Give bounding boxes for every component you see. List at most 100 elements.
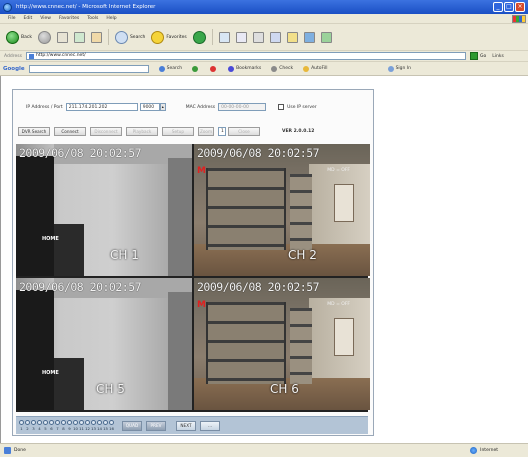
scene-shelf (290, 308, 312, 384)
menu-bar: File Edit View Favorites Tools Help (0, 14, 528, 24)
channel-radio-14[interactable] (97, 420, 102, 425)
edit-button[interactable] (269, 31, 281, 43)
setup-button[interactable]: Setup (162, 126, 194, 136)
dvr-search-button[interactable]: DVR Search (18, 126, 50, 136)
maximize-button[interactable]: □ (504, 2, 514, 12)
bookmarks-icon (228, 65, 235, 72)
google-news[interactable] (210, 65, 218, 72)
channel-radio-15[interactable] (103, 420, 108, 425)
messenger-button[interactable] (303, 31, 315, 43)
research-icon (320, 31, 332, 43)
print-button[interactable] (252, 31, 264, 43)
stop-button[interactable] (56, 31, 68, 43)
camera-channel-label: CH 1 (110, 248, 139, 262)
google-toolbar: Google Search Bookmarks Check AutoFill S… (0, 62, 528, 76)
window-controls: _ □ × (493, 2, 525, 12)
camera-view-ch5[interactable]: 2009/06/08 20:02:57 HOME CH 5 (16, 278, 192, 410)
google-search-input[interactable] (28, 64, 149, 73)
google-bookmarks[interactable]: Bookmarks (228, 65, 261, 72)
channel-radio-7[interactable] (55, 420, 60, 425)
prev-button[interactable]: PREV (146, 420, 166, 431)
dvr-close-button[interactable]: Close (228, 126, 260, 136)
channel-number-label: 13 (91, 426, 96, 431)
playback-button[interactable]: Playback (126, 126, 158, 136)
close-button[interactable]: × (515, 2, 525, 12)
browser-toolbar: Back Search Favorites (0, 24, 528, 51)
mac-value: 00-00-00-00 (221, 104, 249, 110)
home-button[interactable] (90, 31, 102, 43)
channel-radio-12[interactable] (85, 420, 90, 425)
mac-label: MAC Address (185, 104, 216, 110)
google-check[interactable]: Check (271, 65, 293, 72)
history-icon (218, 31, 230, 43)
use-ip-server-label: Use IP server (287, 104, 317, 110)
favorites-button[interactable]: Favorites (151, 30, 187, 44)
channel-radio-1[interactable] (19, 420, 24, 425)
channel-number-row: 1 2 3 4 5 6 7 8 9 10 11 12 13 14 15 16 (19, 426, 114, 431)
mac-address-input[interactable]: 00-00-00-00 (218, 103, 267, 111)
channel-control-bar: 1 2 3 4 5 6 7 8 9 10 11 12 13 14 15 16 QUAD PREV NEXT .… (16, 416, 368, 434)
research-button[interactable] (320, 31, 332, 43)
more-button[interactable]: ... (200, 420, 220, 431)
spellcheck-icon (271, 65, 278, 72)
port-input[interactable]: 9000 (139, 103, 160, 111)
menu-tools[interactable]: Tools (87, 16, 98, 21)
connect-button[interactable]: Connect (54, 126, 86, 136)
camera-overlay-label: HOME (42, 236, 59, 242)
media-button[interactable] (192, 30, 206, 44)
minimize-button[interactable]: _ (493, 2, 503, 12)
channel-radio-5[interactable] (43, 420, 48, 425)
menu-edit[interactable]: Edit (24, 16, 33, 21)
search-button[interactable]: Search (114, 30, 145, 44)
camera-view-ch6[interactable]: 2009/06/08 20:02:57 M MD = OFF CH 6 (194, 278, 370, 410)
zoom-button[interactable]: Zoom (198, 126, 214, 136)
menu-file[interactable]: File (8, 16, 16, 21)
google-pagerank[interactable] (192, 65, 200, 72)
folder-button[interactable] (286, 31, 298, 43)
channel-radio-11[interactable] (79, 420, 84, 425)
ip-address-input[interactable]: 211.174.201.202 (65, 103, 138, 111)
channel-radio-8[interactable] (61, 420, 66, 425)
use-ip-server-checkbox[interactable] (278, 104, 285, 110)
address-input[interactable]: http://www.cnnec.net/ (26, 52, 466, 60)
port-spinner[interactable]: ▴ (159, 103, 166, 111)
refresh-button[interactable] (73, 31, 85, 43)
menu-favorites[interactable]: Favorites (59, 16, 79, 21)
quad-button[interactable]: QUAD (122, 420, 142, 431)
windows-flag-icon (512, 15, 526, 23)
channel-radio-10[interactable] (73, 420, 78, 425)
camera-view-ch1[interactable]: 2009/06/08 20:02:57 HOME CH 1 (16, 144, 192, 276)
channel-radio-group (19, 420, 114, 425)
camera-view-ch2[interactable]: 2009/06/08 20:02:57 M MD = OFF CH 2 (194, 144, 370, 276)
edit-icon (269, 31, 281, 43)
menu-help[interactable]: Help (106, 16, 116, 21)
channel-radio-4[interactable] (37, 420, 42, 425)
channel-radio-13[interactable] (91, 420, 96, 425)
google-search-button[interactable]: Search (158, 65, 182, 72)
ie-logo-icon (3, 2, 12, 12)
star-icon (151, 30, 165, 44)
links-button[interactable]: Links (492, 54, 504, 59)
google-signin[interactable]: Sign In (387, 65, 411, 72)
channel-radio-9[interactable] (67, 420, 72, 425)
forward-button[interactable] (37, 30, 51, 44)
go-button[interactable]: Go (480, 54, 486, 59)
go-arrow-icon[interactable] (470, 52, 478, 60)
menu-view[interactable]: View (40, 16, 51, 21)
channel-radio-6[interactable] (49, 420, 54, 425)
channel-number-label: 11 (79, 426, 84, 431)
channel-number-label: 10 (73, 426, 78, 431)
mail-button[interactable] (235, 31, 247, 43)
scene-shadow (54, 358, 84, 410)
media-icon (192, 30, 206, 44)
channel-radio-16[interactable] (109, 420, 114, 425)
channel-radio-2[interactable] (25, 420, 30, 425)
history-button[interactable] (218, 31, 230, 43)
channel-number-label: 5 (44, 426, 47, 431)
next-button[interactable]: NEXT (176, 420, 196, 431)
channel-radio-3[interactable] (31, 420, 36, 425)
back-button[interactable]: Back (6, 30, 32, 44)
google-autofill[interactable]: AutoFill (303, 65, 328, 72)
disconnect-button[interactable]: Disconnect (90, 126, 122, 136)
page-input[interactable]: 1 (218, 126, 226, 136)
